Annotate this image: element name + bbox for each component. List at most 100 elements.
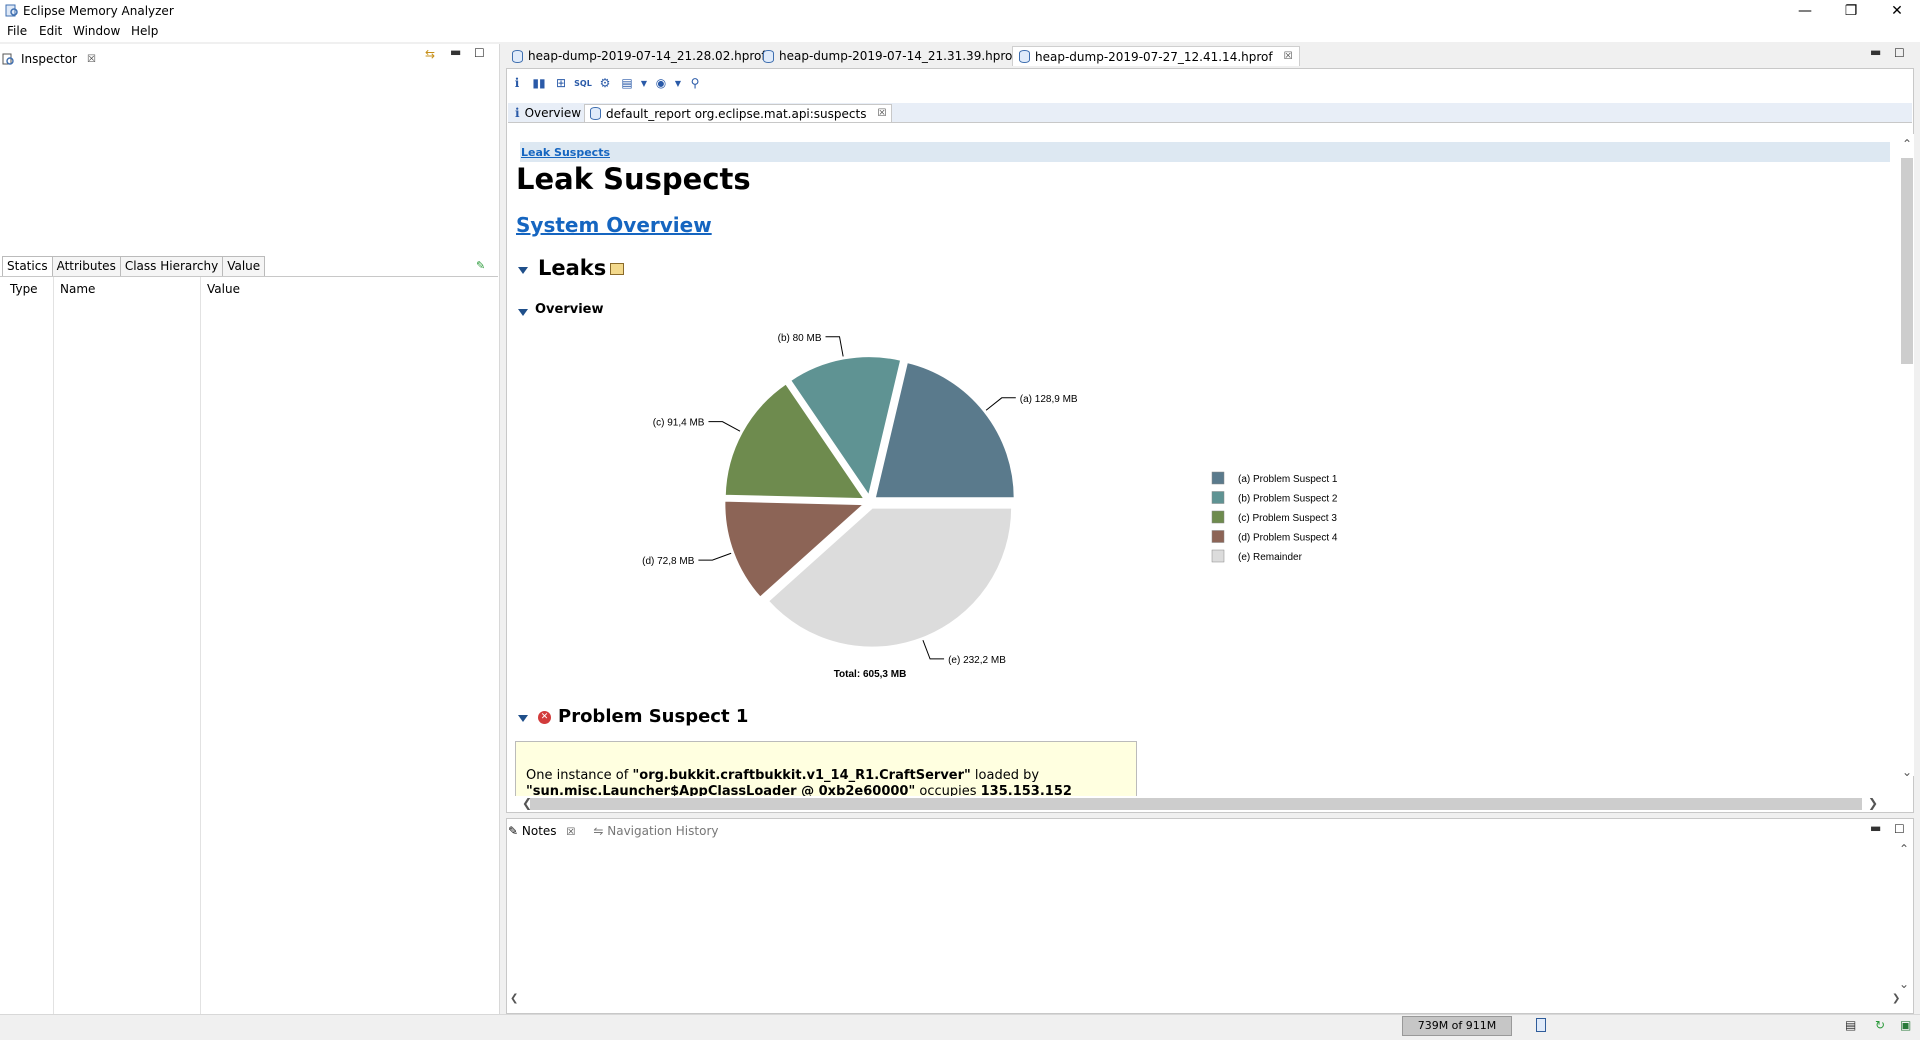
- tab-overview-label: Overview: [524, 106, 582, 120]
- column-type[interactable]: Type: [10, 282, 38, 296]
- report-icon: [590, 107, 601, 120]
- run-report-icon[interactable]: ▤: [618, 74, 636, 92]
- tab-statics[interactable]: Statics: [2, 256, 53, 276]
- pie-data-label: (d) 72,8 MB: [642, 556, 695, 567]
- notes-icon: ✎: [508, 824, 519, 838]
- toolbar: i ▮▮ ⊞ SQL ⚙ ▤ ▼ ◉ ▼ ⚲: [508, 72, 704, 94]
- tab-overview[interactable]: i Overview: [510, 104, 586, 122]
- thread-overview-icon[interactable]: ⚙: [596, 74, 614, 92]
- problem-text: loaded by: [970, 768, 1040, 783]
- error-icon: ✕: [538, 711, 551, 724]
- sync-icon[interactable]: ⇆: [425, 47, 435, 61]
- chevron-down-icon[interactable]: ▼: [674, 74, 682, 92]
- breadcrumb-link[interactable]: Leak Suspects: [521, 146, 610, 159]
- trash-icon[interactable]: [1536, 1018, 1546, 1032]
- title-bar: [0, 0, 1920, 22]
- inspector-icon: [2, 53, 14, 65]
- tab-attributes[interactable]: Attributes: [51, 256, 121, 276]
- scroll-left-arrow[interactable]: ❮: [510, 993, 518, 1004]
- page-title: Leak Suspects: [516, 162, 751, 196]
- collapse-icon[interactable]: [518, 715, 528, 722]
- restore-button[interactable]: ❐: [1828, 0, 1874, 22]
- image-icon[interactable]: ▣: [1900, 1018, 1911, 1032]
- pie-leader-line: [922, 640, 945, 660]
- editor-tab-label: heap-dump-2019-07-27_12.41.14.hprof: [1035, 49, 1273, 64]
- scroll-left-arrow[interactable]: ❮: [522, 796, 532, 810]
- legend-swatch: [1211, 491, 1225, 504]
- console-icon[interactable]: ▤: [1845, 1018, 1856, 1032]
- inspector-panel: [0, 44, 500, 1014]
- editor-tab-3[interactable]: heap-dump-2019-07-27_12.41.14.hprof ☒: [1012, 46, 1300, 66]
- minimize-button[interactable]: —: [1782, 0, 1828, 22]
- tab-class-hierarchy[interactable]: Class Hierarchy: [119, 256, 224, 276]
- inspector-tab[interactable]: Inspector ☒: [2, 48, 96, 70]
- menu-edit[interactable]: Edit: [39, 24, 62, 38]
- scroll-down-arrow[interactable]: ⌄: [1899, 977, 1909, 991]
- column-value[interactable]: Value: [207, 282, 240, 296]
- menu-window[interactable]: Window: [73, 24, 120, 38]
- editor-tab-1[interactable]: heap-dump-2019-07-14_21.28.02.hprof: [506, 46, 772, 66]
- legend-swatch: [1211, 530, 1225, 543]
- dominator-tree-icon[interactable]: ⊞: [552, 74, 570, 92]
- maximize-view-icon[interactable]: ☐: [1894, 46, 1905, 60]
- legend-label: (c) Problem Suspect 3: [1238, 513, 1337, 524]
- maximize-view-icon[interactable]: ☐: [474, 46, 485, 60]
- window-title: Eclipse Memory Analyzer: [23, 4, 174, 18]
- query-browser-icon[interactable]: ◉: [652, 74, 670, 92]
- horizontal-scrollbar-thumb[interactable]: [530, 798, 1862, 810]
- pie-data-label: (a) 128,9 MB: [1020, 394, 1078, 405]
- minimize-view-icon[interactable]: ▬: [1870, 45, 1881, 59]
- tab-default-report-label: default_report org.eclipse.mat.api:suspe…: [606, 106, 867, 121]
- close-icon[interactable]: ☒: [1284, 51, 1293, 62]
- pie-leader-line: [825, 336, 844, 357]
- minimize-view-icon[interactable]: ▬: [450, 45, 461, 59]
- menu-help[interactable]: Help: [131, 24, 158, 38]
- editor-tab-label: heap-dump-2019-07-14_21.31.39.hprof: [779, 49, 1017, 63]
- tab-default-report[interactable]: default_report org.eclipse.mat.api:suspe…: [584, 104, 893, 122]
- legend-swatch: [1211, 471, 1225, 485]
- tab-notes-label: Notes: [521, 824, 557, 838]
- tab-value[interactable]: Value: [222, 256, 266, 276]
- leak-pie-chart: (a) 128,9 MB (b) 80 MB (c) 91,4 MB (d) 72,8…: [642, 333, 1338, 680]
- leaks-heading: Leaks: [538, 256, 607, 280]
- pin-icon[interactable]: ✎: [476, 259, 485, 272]
- menu-file[interactable]: File: [7, 24, 27, 38]
- heap-dump-icon: [763, 49, 774, 63]
- details-icon[interactable]: [610, 263, 624, 275]
- scroll-right-arrow[interactable]: ❯: [1868, 796, 1878, 810]
- legend-label: (b) Problem Suspect 2: [1238, 494, 1338, 505]
- close-icon[interactable]: ☒: [566, 827, 575, 838]
- close-button[interactable]: ✕: [1874, 0, 1920, 22]
- heap-dump-icon: [1019, 50, 1030, 63]
- oql-icon[interactable]: SQL: [574, 74, 592, 92]
- overview-heading: Overview: [535, 302, 604, 317]
- collapse-icon[interactable]: [518, 309, 528, 316]
- info-icon[interactable]: i: [508, 74, 526, 92]
- column-name[interactable]: Name: [60, 282, 95, 296]
- close-icon[interactable]: ☒: [877, 108, 886, 119]
- scroll-up-arrow[interactable]: ⌃: [1899, 842, 1909, 856]
- tab-notes[interactable]: ✎ Notes ☒: [508, 824, 575, 838]
- notes-panel: [506, 818, 1914, 1014]
- maximize-view-icon[interactable]: ☐: [1894, 822, 1905, 836]
- pie-total-label: Total: 605,3 MB: [834, 669, 907, 680]
- vertical-scrollbar-thumb[interactable]: [1901, 158, 1913, 364]
- menu-bar: [0, 22, 1920, 42]
- notes-tab-bar: ✎ Notes ☒ ⇋ Navigation History: [508, 824, 718, 838]
- system-overview-link[interactable]: System Overview: [516, 213, 712, 237]
- scroll-down-arrow[interactable]: ⌄: [1902, 765, 1912, 779]
- histogram-icon[interactable]: ▮▮: [530, 74, 548, 92]
- minimize-view-icon[interactable]: ▬: [1870, 821, 1881, 835]
- heap-status[interactable]: 739M of 911M: [1402, 1016, 1512, 1036]
- search-icon[interactable]: ⚲: [686, 74, 704, 92]
- editor-tab-2[interactable]: heap-dump-2019-07-14_21.31.39.hprof: [757, 46, 1023, 66]
- chevron-down-icon[interactable]: ▼: [640, 74, 648, 92]
- scroll-right-arrow[interactable]: ❯: [1892, 993, 1900, 1004]
- tab-navigation-history[interactable]: ⇋ Navigation History: [593, 824, 718, 838]
- problem-text: One instance of: [526, 768, 633, 783]
- refresh-icon[interactable]: ↻: [1875, 1018, 1885, 1032]
- close-icon[interactable]: ☒: [87, 54, 96, 65]
- scroll-up-arrow[interactable]: ⌃: [1902, 137, 1912, 151]
- collapse-icon[interactable]: [518, 267, 528, 274]
- heap-dump-icon: [512, 49, 523, 63]
